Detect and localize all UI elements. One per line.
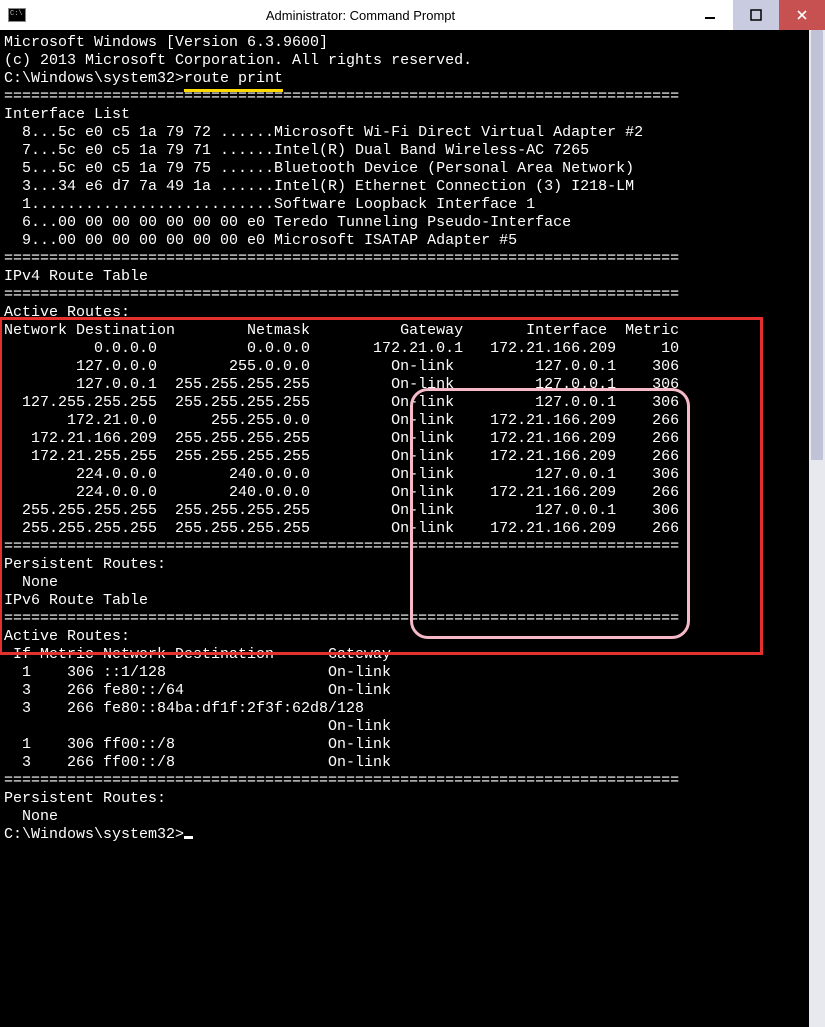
scrollbar-thumb[interactable] (811, 30, 823, 460)
client-area: Microsoft Windows [Version 6.3.9600] (c)… (0, 30, 825, 1027)
gateway-interface-highlight (410, 388, 690, 639)
close-icon (796, 9, 808, 21)
titlebar[interactable]: Administrator: Command Prompt (0, 0, 825, 31)
maximize-button[interactable] (733, 0, 779, 30)
minimize-button[interactable] (687, 0, 733, 30)
close-button[interactable] (779, 0, 825, 30)
minimize-icon (704, 9, 716, 21)
maximize-icon (750, 9, 762, 21)
cmd-window: Administrator: Command Prompt Microsoft … (0, 0, 825, 1027)
window-buttons (687, 0, 825, 30)
scrollbar[interactable] (809, 30, 825, 1027)
window-title: Administrator: Command Prompt (34, 8, 687, 23)
cmd-icon (8, 8, 26, 22)
terminal[interactable]: Microsoft Windows [Version 6.3.9600] (c)… (0, 30, 809, 1027)
